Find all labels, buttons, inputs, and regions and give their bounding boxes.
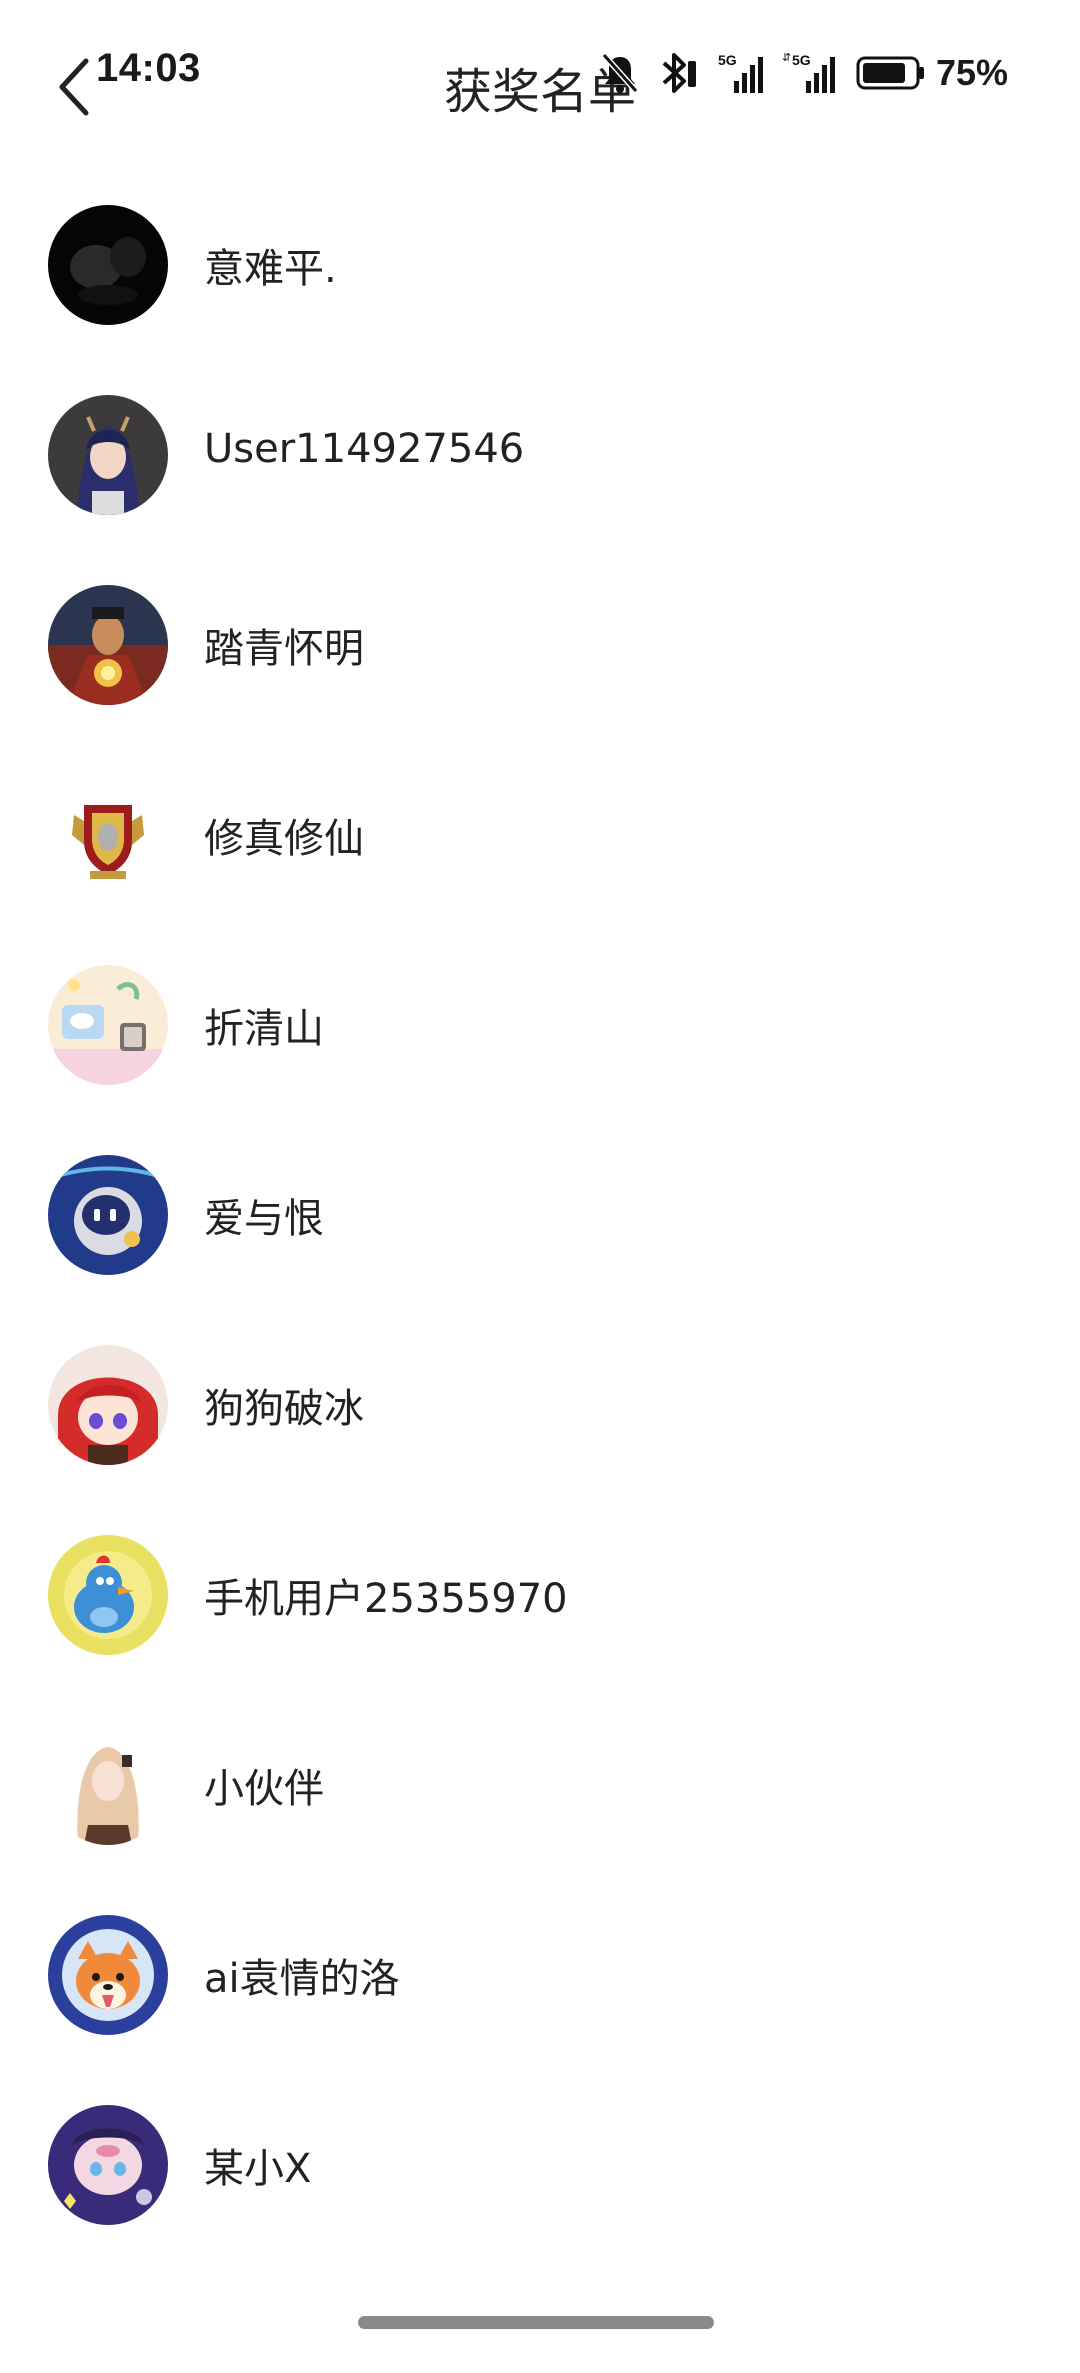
back-button[interactable] xyxy=(44,52,104,122)
battery-percentage: 75% xyxy=(935,52,1008,93)
winner-name: 狗狗破冰 xyxy=(204,1386,364,1432)
avatar xyxy=(48,1345,168,1465)
svg-text:5G: 5G xyxy=(792,52,811,68)
winner-name: 修真修仙 xyxy=(204,816,364,862)
avatar xyxy=(48,2105,168,2225)
list-item[interactable]: ai袁情的洛 xyxy=(0,1910,1080,2100)
avatar xyxy=(48,205,168,325)
list-item[interactable]: 爱与恨 xyxy=(0,1150,1080,1340)
list-item[interactable]: 修真修仙 xyxy=(0,770,1080,960)
signal-5g-icon: 5G xyxy=(716,51,764,95)
avatar xyxy=(48,1915,168,2035)
avatar xyxy=(48,775,168,895)
signal-5g-data-icon: ⇵ 5G xyxy=(782,51,838,95)
list-item[interactable]: User114927546 xyxy=(0,390,1080,580)
chevron-left-icon xyxy=(59,58,89,116)
avatar xyxy=(48,395,168,515)
winner-name: 小伙伴 xyxy=(204,1766,324,1812)
list-item[interactable]: 折清山 xyxy=(0,960,1080,1150)
mute-icon xyxy=(600,51,640,95)
winners-list: 意难平. User114927546 踏青怀明 修真修仙 折清山 爱与恨 狗狗破… xyxy=(0,200,1080,2290)
winner-name: 爱与恨 xyxy=(204,1196,324,1242)
avatar xyxy=(48,1535,168,1655)
winner-name: 某小X xyxy=(204,2146,312,2192)
list-item[interactable]: 狗狗破冰 xyxy=(0,1340,1080,1530)
list-item[interactable]: 某小X xyxy=(0,2100,1080,2290)
list-item[interactable]: 小伙伴 xyxy=(0,1720,1080,1910)
avatar xyxy=(48,585,168,705)
winner-name: 手机用户25355970 xyxy=(204,1576,568,1622)
avatar xyxy=(48,1155,168,1275)
winner-name: 折清山 xyxy=(204,1006,324,1052)
status-bar: 14:03 获奖名单 5G ⇵ 5G 75% xyxy=(0,0,1080,140)
list-item[interactable]: 手机用户25355970 xyxy=(0,1530,1080,1720)
battery-icon xyxy=(856,55,926,91)
list-item[interactable]: 踏青怀明 xyxy=(0,580,1080,770)
home-indicator[interactable] xyxy=(358,2316,714,2329)
status-time: 14:03 xyxy=(96,46,201,90)
avatar xyxy=(48,1725,168,1845)
winner-name: ai袁情的洛 xyxy=(204,1956,400,2002)
bluetooth-icon xyxy=(658,51,698,95)
winner-name: 踏青怀明 xyxy=(204,626,364,672)
status-icons: 5G ⇵ 5G 75% xyxy=(600,48,1008,98)
svg-text:5G: 5G xyxy=(718,52,737,68)
winner-name: User114927546 xyxy=(204,426,525,472)
winner-name: 意难平. xyxy=(204,246,337,292)
avatar xyxy=(48,965,168,1085)
list-item[interactable]: 意难平. xyxy=(0,200,1080,390)
svg-text:⇵: ⇵ xyxy=(782,51,791,64)
